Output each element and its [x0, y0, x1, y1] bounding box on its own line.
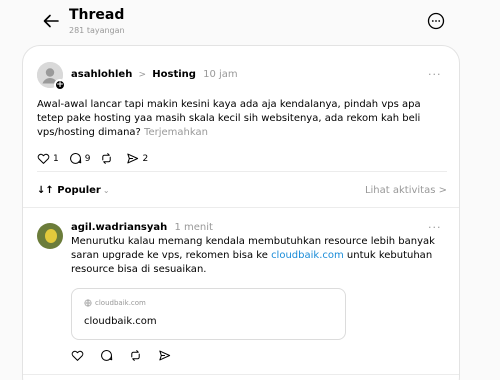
link-domain: cloudbaik.com: [84, 299, 146, 307]
send-icon: [127, 153, 139, 164]
view-count: 281 tayangan: [69, 26, 125, 35]
reply-link[interactable]: cloudbaik.com: [271, 250, 344, 261]
share-button[interactable]: 2: [126, 152, 148, 165]
link-title: cloudbaik.com: [84, 316, 157, 327]
repost-icon: [102, 153, 112, 164]
reply-meta: agil.wadriansyah 1 menit: [71, 222, 213, 233]
comment-icon: [69, 153, 81, 164]
reply-time: 1 menit: [174, 222, 213, 233]
like-button[interactable]: 1: [37, 152, 59, 165]
reply-more-icon[interactable]: ···: [428, 221, 442, 234]
comment-icon[interactable]: [100, 349, 113, 362]
share-count: 2: [142, 153, 149, 164]
post-topic[interactable]: Hosting: [152, 69, 196, 80]
heart-icon[interactable]: [71, 349, 84, 362]
follow-plus-icon[interactable]: +: [54, 79, 66, 91]
send-icon[interactable]: [158, 349, 171, 362]
divider: [37, 171, 447, 172]
globe-icon: [84, 299, 92, 307]
arrow-left-icon[interactable]: [40, 10, 62, 32]
reply-actions: [71, 349, 187, 362]
post-body: Awal-awal lancar tapi makin kesini kaya …: [37, 98, 447, 140]
repost-button[interactable]: [100, 152, 116, 165]
sort-label: ↓↑ Populer: [37, 185, 101, 196]
reply-username[interactable]: agil.wadriansyah: [71, 222, 167, 233]
post-time: 10 jam: [203, 69, 238, 80]
link-preview-card[interactable]: cloudbaik.com cloudbaik.com: [71, 288, 346, 340]
link-domain-text: cloudbaik.com: [95, 299, 146, 307]
divider: [23, 374, 459, 375]
comment-button[interactable]: 9: [69, 152, 91, 165]
sort-dropdown[interactable]: ↓↑ Populer ⌄: [37, 185, 110, 196]
post-actions: 1 9 2: [37, 152, 158, 165]
topic-separator: >: [138, 70, 147, 80]
thread-card: + asahlohleh > Hosting 10 jam ··· Awal-a…: [22, 45, 460, 380]
heart-icon: [37, 153, 50, 164]
post-meta: asahlohleh > Hosting 10 jam: [71, 69, 238, 80]
comment-count: 9: [84, 153, 91, 164]
thread-header: Thread 281 tayangan: [0, 0, 500, 44]
like-count: 1: [53, 153, 59, 164]
more-circle-icon[interactable]: [427, 12, 445, 30]
view-activity-link[interactable]: Lihat aktivitas >: [365, 185, 447, 196]
avatar[interactable]: [37, 223, 63, 249]
post-text: Awal-awal lancar tapi makin kesini kaya …: [37, 99, 421, 138]
post-more-icon[interactable]: ···: [428, 68, 442, 81]
divider: [23, 207, 459, 208]
page-title: Thread: [69, 7, 125, 23]
repost-icon[interactable]: [129, 349, 142, 362]
avatar[interactable]: +: [37, 62, 66, 91]
translate-link[interactable]: Terjemahkan: [144, 127, 208, 138]
avatar-photo: [45, 229, 57, 243]
sort-row: ↓↑ Populer ⌄ Lihat aktivitas >: [37, 185, 447, 196]
post-username[interactable]: asahlohleh: [71, 69, 132, 80]
reply-body: Menurutku kalau memang kendala membutuhk…: [71, 235, 449, 277]
chevron-down-icon: ⌄: [102, 186, 110, 195]
